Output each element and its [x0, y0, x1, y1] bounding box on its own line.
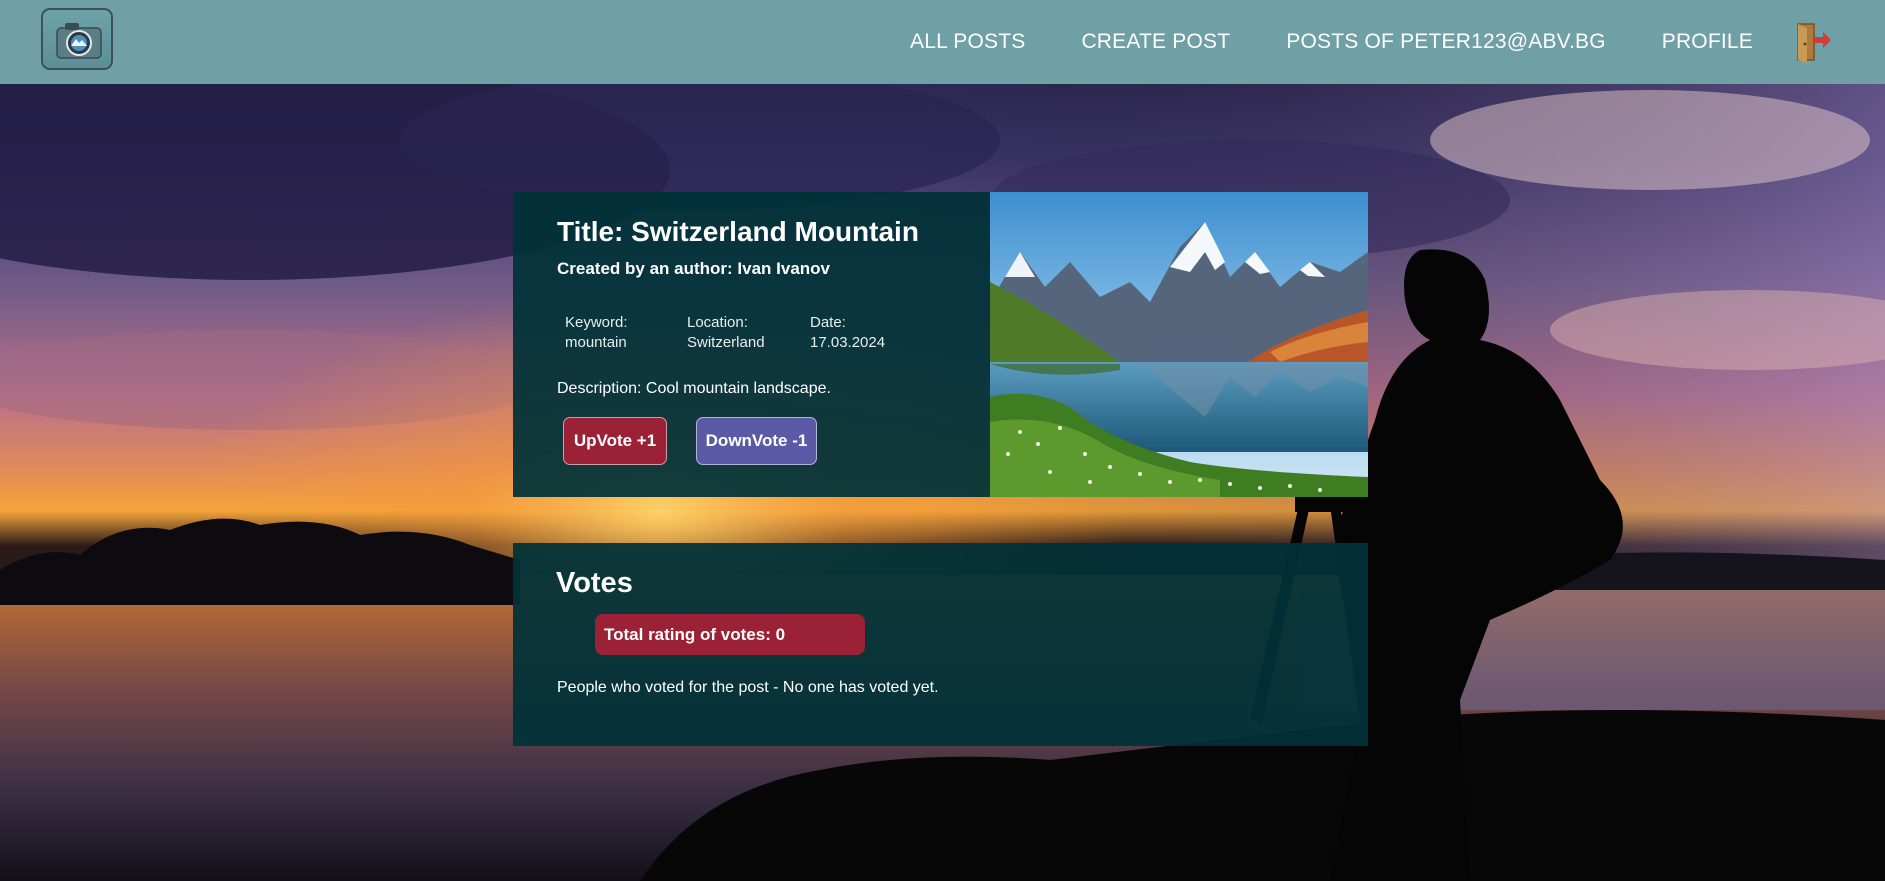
- logout-door-icon[interactable]: [1793, 20, 1833, 64]
- post-location: Location: Switzerland: [687, 313, 765, 353]
- total-votes-badge: Total rating of votes: 0: [595, 614, 865, 655]
- top-navbar: ALL POSTS CREATE POST POSTS OF PETER123@…: [0, 0, 1885, 84]
- votes-heading: Votes: [556, 567, 633, 599]
- post-author: Created by an author: Ivan Ivanov: [557, 259, 831, 278]
- date-label: Date:: [810, 314, 846, 331]
- upvote-button[interactable]: UpVote +1: [563, 417, 667, 465]
- votes-card: Votes Total rating of votes: 0 People wh…: [513, 543, 1368, 746]
- nav-profile[interactable]: PROFILE: [1662, 30, 1753, 54]
- location-label: Location:: [687, 314, 748, 331]
- nav-my-posts[interactable]: POSTS OF PETER123@ABV.BG: [1286, 30, 1605, 54]
- post-description: Description: Cool mountain landscape.: [557, 380, 831, 397]
- logo-camera-icon[interactable]: [41, 8, 113, 70]
- nav-all-posts[interactable]: ALL POSTS: [910, 30, 1025, 54]
- post-title: Title: Switzerland Mountain: [557, 216, 919, 247]
- nav-create-post[interactable]: CREATE POST: [1081, 30, 1230, 54]
- post-details-card: Title: Switzerland Mountain Created by a…: [513, 192, 1368, 497]
- keyword-label: Keyword:: [565, 314, 628, 331]
- keyword-value: mountain: [565, 334, 627, 351]
- location-value: Switzerland: [687, 334, 765, 351]
- date-value: 17.03.2024: [810, 334, 886, 351]
- post-info: Title: Switzerland Mountain Created by a…: [513, 192, 990, 497]
- main-nav: ALL POSTS CREATE POST POSTS OF PETER123@…: [910, 0, 1885, 84]
- voters-list: People who voted for the post - No one h…: [557, 679, 939, 696]
- downvote-button[interactable]: DownVote -1: [696, 417, 817, 465]
- post-date: Date: 17.03.2024: [810, 313, 885, 353]
- post-keyword: Keyword: mountain: [565, 313, 628, 353]
- post-image: [990, 192, 1368, 497]
